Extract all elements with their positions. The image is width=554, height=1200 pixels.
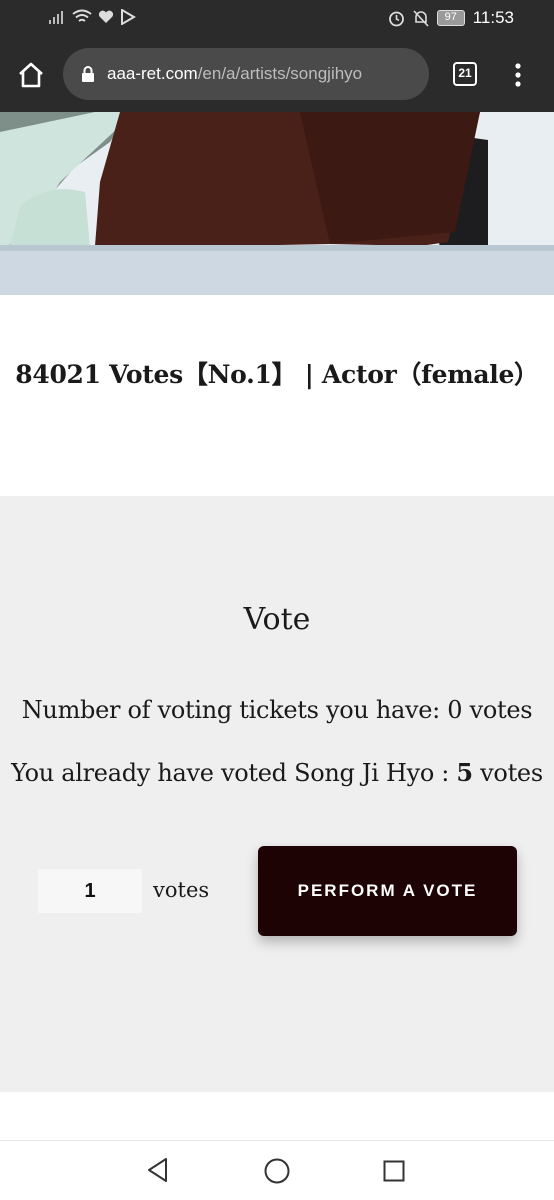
vote-quantity-input[interactable] bbox=[38, 869, 142, 913]
url-path: /en/a/artists/songjihyo bbox=[197, 64, 363, 83]
artist-photo bbox=[0, 112, 554, 295]
home-circle-icon[interactable] bbox=[264, 1158, 290, 1184]
status-bar: 97 11:53 bbox=[0, 0, 554, 38]
play-store-icon bbox=[121, 9, 136, 25]
back-icon[interactable] bbox=[146, 1157, 170, 1183]
home-icon[interactable] bbox=[16, 60, 46, 90]
alarm-icon bbox=[388, 11, 404, 26]
browser-toolbar: aaa-ret.com/en/a/artists/songjihyo 21 bbox=[0, 38, 554, 112]
voted-line: You already have voted Song Ji Hyo : 5 v… bbox=[0, 758, 554, 787]
votes-headline: 84021 Votes【No.1】 | Actor（female） bbox=[15, 360, 539, 389]
android-nav-bar bbox=[0, 1140, 554, 1200]
voted-count: 5 bbox=[456, 758, 473, 787]
vote-title: Vote bbox=[243, 602, 311, 637]
more-menu-icon[interactable] bbox=[508, 61, 528, 89]
battery-icon: 97 bbox=[436, 10, 465, 26]
lock-icon bbox=[82, 66, 94, 82]
vote-panel: Vote Number of voting tickets you have: … bbox=[0, 496, 554, 1092]
url-bar[interactable]: aaa-ret.com/en/a/artists/songjihyo bbox=[63, 48, 429, 100]
heart-icon bbox=[98, 10, 114, 23]
url-host: aaa-ret.com bbox=[107, 64, 198, 83]
recent-apps-icon[interactable] bbox=[383, 1160, 405, 1182]
quantity-unit-label: votes bbox=[153, 878, 210, 902]
voted-suffix: votes bbox=[472, 759, 543, 787]
status-left-icons bbox=[48, 9, 136, 25]
perform-vote-button[interactable]: PERFORM A VOTE bbox=[258, 846, 517, 936]
mute-icon bbox=[413, 9, 429, 27]
wifi-icon bbox=[72, 9, 92, 22]
status-right-icons: 97 11:53 bbox=[388, 8, 514, 28]
tabs-icon[interactable]: 21 bbox=[453, 62, 477, 86]
voted-prefix: You already have voted Song Ji Hyo : bbox=[11, 759, 457, 787]
artist-photo-image bbox=[0, 112, 554, 295]
tickets-line: Number of voting tickets you have: 0 vot… bbox=[21, 696, 533, 724]
signal-icon bbox=[49, 11, 63, 24]
status-time: 11:53 bbox=[472, 8, 514, 27]
